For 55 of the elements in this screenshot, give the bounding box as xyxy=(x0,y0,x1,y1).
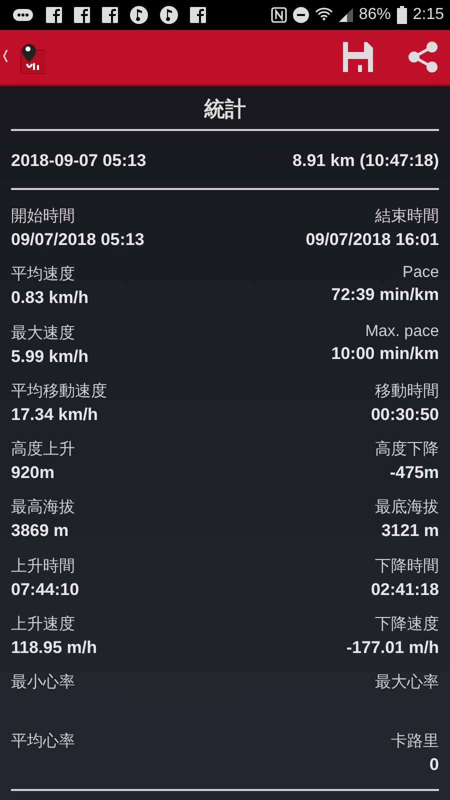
stat-label: 上升時間 xyxy=(11,556,75,577)
stat-value: 5.99 km/h xyxy=(11,346,88,367)
stat-value: 09/07/2018 16:01 xyxy=(306,230,439,250)
stat-value: 3121 m xyxy=(381,521,439,542)
stat-label: 最大心率 xyxy=(375,672,439,694)
stat-label: 平均移動速度 xyxy=(11,382,107,402)
music-note-icon xyxy=(130,6,148,24)
stat-value: 10:00 min/km xyxy=(331,344,439,364)
stat-label: 最高海拔 xyxy=(11,498,75,518)
stat-label: 最小心率 xyxy=(11,672,75,694)
more-icon xyxy=(12,8,34,22)
stat-value: 72:39 min/km xyxy=(331,285,439,306)
facebook-icon xyxy=(102,7,118,23)
stat-label: 下降時間 xyxy=(375,556,439,577)
stat-label: Pace xyxy=(402,264,439,282)
stat-value: 3869 m xyxy=(11,521,69,542)
stat-label: 高度上升 xyxy=(11,440,75,460)
stat-value: 0.83 km/h xyxy=(11,288,88,308)
stat-value: 0 xyxy=(430,754,439,775)
clock: 2:15 xyxy=(412,6,444,24)
stat-label: 平均速度 xyxy=(11,264,75,286)
signal-icon xyxy=(338,8,353,22)
stat-label: 開始時間 xyxy=(11,206,75,227)
stat-value: -177.01 m/h xyxy=(346,638,439,658)
stat-value: 02:41:18 xyxy=(370,580,439,600)
stat-label: 卡路里 xyxy=(391,732,439,752)
stat-label: 高度下降 xyxy=(375,440,439,460)
save-icon[interactable] xyxy=(342,41,374,73)
stat-label: Max. pace xyxy=(365,322,439,341)
facebook-icon xyxy=(190,7,206,23)
battery-icon xyxy=(396,6,407,24)
stat-label: 下降速度 xyxy=(375,614,439,636)
section-title: 統計 xyxy=(203,96,247,123)
stat-label: 平均心率 xyxy=(11,732,75,752)
stat-value: 920m xyxy=(11,463,54,484)
stat-label: 移動時間 xyxy=(375,382,439,402)
facebook-icon xyxy=(46,7,62,23)
battery-percent: 86% xyxy=(358,6,391,24)
facebook-icon xyxy=(74,7,90,23)
nfc-icon xyxy=(270,7,287,23)
stat-value: 09/07/2018 05:13 xyxy=(11,230,144,250)
stat-label: 最大速度 xyxy=(11,324,75,344)
stat-label: 上升速度 xyxy=(11,614,75,636)
stat-value: 07:44:10 xyxy=(11,580,80,600)
track-date: 2018-09-07 05:13 xyxy=(11,151,146,171)
share-icon[interactable] xyxy=(406,41,440,73)
stat-value: 00:30:50 xyxy=(370,404,439,425)
stat-label: 最底海拔 xyxy=(375,498,439,518)
track-distance: 8.91 km (10:47:18) xyxy=(292,151,439,171)
do-not-disturb-icon xyxy=(292,7,309,23)
stat-value: 17.34 km/h xyxy=(11,404,98,425)
stat-value: -475m xyxy=(390,463,439,484)
stat-value: 118.95 m/h xyxy=(11,638,98,658)
stat-label: 結束時間 xyxy=(375,206,439,227)
music-note-icon xyxy=(160,6,178,24)
